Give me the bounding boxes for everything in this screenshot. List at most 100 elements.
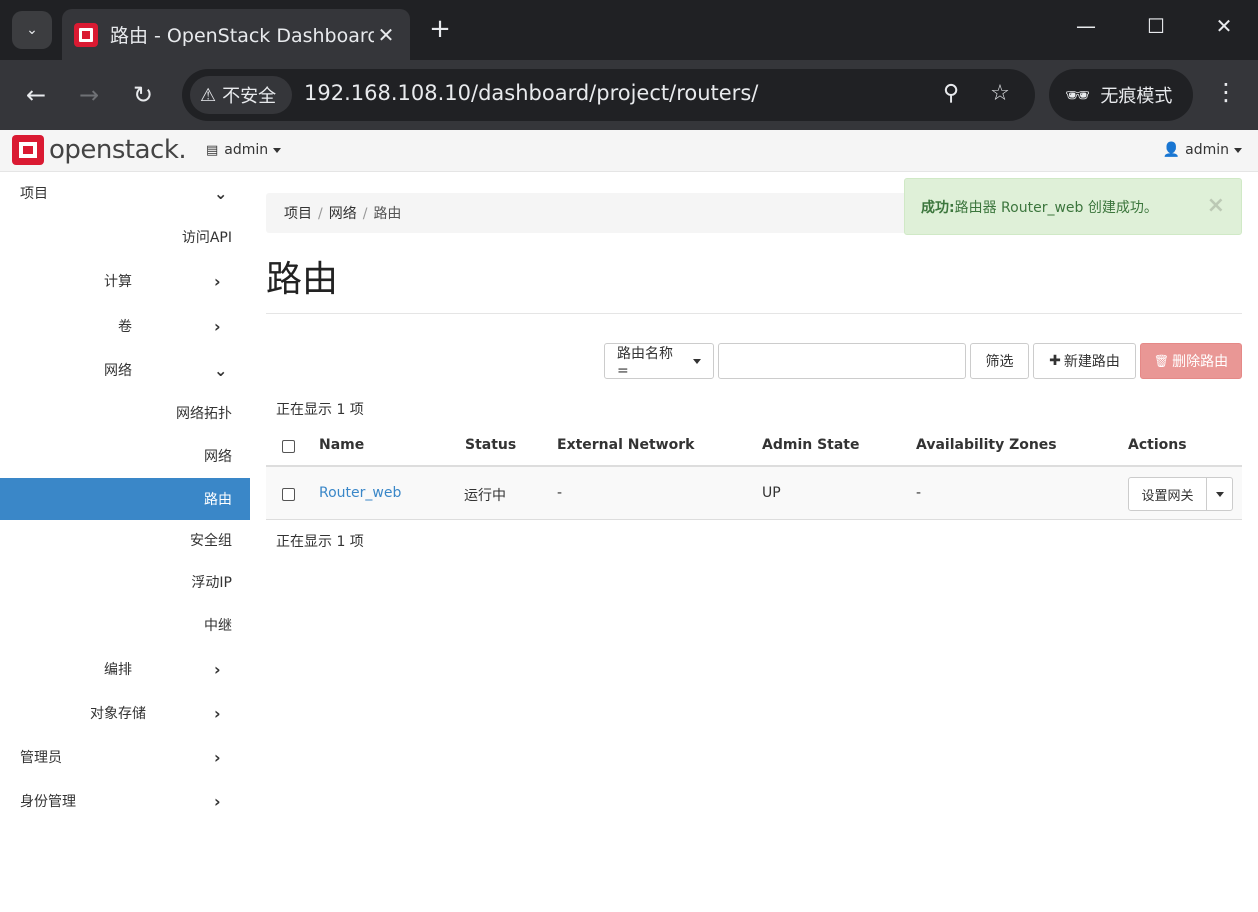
warning-icon: ⚠	[200, 84, 217, 106]
success-alert: 成功:路由器 Router_web 创建成功。 ×	[904, 178, 1242, 235]
sidebar-item-floating-ips[interactable]: 浮动IP	[0, 561, 250, 603]
minimize-icon[interactable]: —	[1066, 14, 1106, 38]
caret-down-icon	[1234, 147, 1242, 153]
tab-search-button[interactable]: ⌄	[12, 11, 52, 49]
sidebar-item-identity[interactable]: 身份管理 ›	[0, 780, 250, 822]
browser-tab-bar: ⌄ 路由 - OpenStack Dashboard ✕ + — ☐ ✕	[0, 0, 1258, 60]
sidebar-item-routers[interactable]: 路由	[0, 478, 250, 520]
sidebar-item-label: 卷	[118, 319, 132, 335]
url-text[interactable]: 192.168.108.10/dashboard/project/routers…	[304, 81, 758, 105]
user-dropdown[interactable]: 👤 admin	[1163, 142, 1242, 158]
sidebar-item-admin[interactable]: 管理员 ›	[0, 736, 250, 778]
sidebar-item-trunks[interactable]: 中继	[0, 604, 250, 646]
sidebar-item-label: 管理员	[20, 750, 62, 766]
chevron-right-icon: ›	[214, 272, 221, 291]
select-all-checkbox[interactable]	[282, 440, 295, 453]
project-label: admin	[224, 142, 269, 158]
row-actions-dropdown-toggle[interactable]	[1207, 478, 1232, 510]
sidebar-item-access-api[interactable]: 访问API	[0, 216, 250, 258]
sidebar-item-label: 网络拓扑	[176, 406, 232, 422]
maximize-icon[interactable]: ☐	[1136, 14, 1176, 38]
sidebar-item-orchestration[interactable]: 编排 ›	[0, 648, 250, 690]
router-name[interactable]: Router_web	[319, 485, 401, 501]
reload-button[interactable]: ↻	[127, 80, 159, 112]
sidebar: 项目 ⌄ 访问API 计算 › 卷 › 网络 ⌄ 网络拓扑 网络 路由 安全组 …	[0, 172, 250, 912]
set-gateway-button[interactable]: 设置网关	[1129, 478, 1207, 510]
forward-button[interactable]: →	[73, 80, 105, 112]
project-dropdown[interactable]: ▤ admin	[206, 142, 282, 158]
sidebar-item-label: 网络	[104, 363, 132, 379]
close-icon[interactable]: ×	[1207, 193, 1225, 218]
filter-field-label: 路由名称 =	[617, 346, 673, 379]
zoom-icon[interactable]: ⚲	[936, 81, 966, 106]
filter-field-dropdown[interactable]: 路由名称 =	[604, 343, 714, 379]
back-button[interactable]: ←	[20, 80, 52, 112]
openstack-top-nav: openstack. ▤ admin 👤 admin	[0, 130, 1258, 172]
sidebar-item-label: 对象存储	[90, 706, 146, 722]
security-label: 不安全	[222, 86, 277, 107]
sidebar-item-network-topology[interactable]: 网络拓扑	[0, 392, 250, 434]
user-icon: 👤	[1162, 142, 1181, 158]
filter-input[interactable]	[718, 343, 966, 379]
caret-down-icon	[693, 358, 701, 364]
item-count-bottom: 正在显示 1 项	[276, 534, 364, 550]
item-count-top: 正在显示 1 项	[276, 402, 364, 418]
row-checkbox[interactable]	[282, 488, 295, 501]
router-availability-zones: -	[916, 485, 922, 501]
chevron-right-icon: ›	[214, 317, 221, 336]
column-header-admin-state[interactable]: Admin State	[762, 437, 860, 453]
bookmark-star-icon[interactable]: ☆	[985, 81, 1015, 106]
chevron-down-icon: ⌄	[214, 184, 228, 203]
row-actions-split-button: 设置网关	[1128, 477, 1233, 511]
tab-title: 路由 - OpenStack Dashboard	[110, 25, 374, 47]
router-status: 运行中	[464, 488, 506, 504]
chevron-down-icon: ⌄	[214, 361, 228, 380]
sidebar-item-label: 中继	[204, 618, 232, 634]
browser-menu-icon[interactable]: ⋮	[1212, 78, 1240, 106]
breadcrumb-separator: /	[318, 206, 323, 222]
sidebar-item-networks[interactable]: 网络	[0, 435, 250, 477]
sidebar-item-project[interactable]: 项目 ⌄	[0, 172, 250, 214]
filter-button[interactable]: 筛选	[970, 343, 1029, 379]
router-name-link[interactable]: Router_web	[319, 485, 401, 501]
breadcrumb-item-network[interactable]: 网络	[329, 206, 357, 222]
column-header-status[interactable]: Status	[465, 437, 516, 453]
table-row	[266, 467, 1242, 520]
sidebar-item-network[interactable]: 网络 ⌄	[0, 349, 250, 391]
alert-strong: 成功:	[921, 200, 955, 216]
sidebar-item-label: 浮动IP	[191, 575, 232, 591]
delete-router-button[interactable]: 🗑 删除路由	[1140, 343, 1242, 379]
address-bar[interactable]: ⚠ 不安全 192.168.108.10/dashboard/project/r…	[182, 69, 1035, 121]
router-external-network: -	[557, 485, 563, 501]
caret-down-icon	[1215, 491, 1224, 497]
sidebar-item-volumes[interactable]: 卷 ›	[0, 305, 250, 347]
breadcrumb-item-project[interactable]: 项目	[284, 206, 312, 222]
sidebar-item-label: 访问API	[181, 230, 232, 246]
close-window-icon[interactable]: ✕	[1204, 14, 1244, 38]
incognito-indicator[interactable]: 🕶 无痕模式	[1049, 69, 1193, 121]
new-tab-button[interactable]: +	[425, 14, 455, 44]
sidebar-item-label: 编排	[104, 662, 132, 678]
caret-down-icon	[273, 147, 282, 153]
trash-icon: 🗑	[1153, 354, 1170, 368]
security-indicator[interactable]: ⚠ 不安全	[190, 76, 292, 114]
page-title: 路由	[266, 259, 339, 300]
alert-message: 路由器 Router_web 创建成功。	[954, 200, 1158, 216]
sidebar-item-object-store[interactable]: 对象存储 ›	[0, 692, 250, 734]
create-router-button[interactable]: ✚ 新建路由	[1033, 343, 1136, 379]
close-tab-icon[interactable]: ✕	[374, 23, 398, 47]
sidebar-item-security-groups[interactable]: 安全组	[0, 519, 250, 561]
sidebar-item-compute[interactable]: 计算 ›	[0, 260, 250, 302]
browser-tab[interactable]: 路由 - OpenStack Dashboard ✕	[62, 9, 410, 60]
title-divider	[266, 313, 1242, 314]
filter-button-label: 筛选	[985, 354, 1014, 370]
incognito-icon: 🕶	[1065, 83, 1091, 107]
sidebar-item-label: 身份管理	[20, 794, 76, 810]
column-header-name[interactable]: Name	[319, 437, 364, 453]
column-header-external-network[interactable]: External Network	[557, 437, 694, 453]
project-list-icon: ▤	[206, 142, 219, 158]
sidebar-item-label: 路由	[204, 492, 232, 508]
openstack-logo[interactable]: openstack.	[12, 135, 187, 165]
user-label: admin	[1185, 142, 1229, 158]
column-header-availability-zones[interactable]: Availability Zones	[916, 437, 1057, 453]
